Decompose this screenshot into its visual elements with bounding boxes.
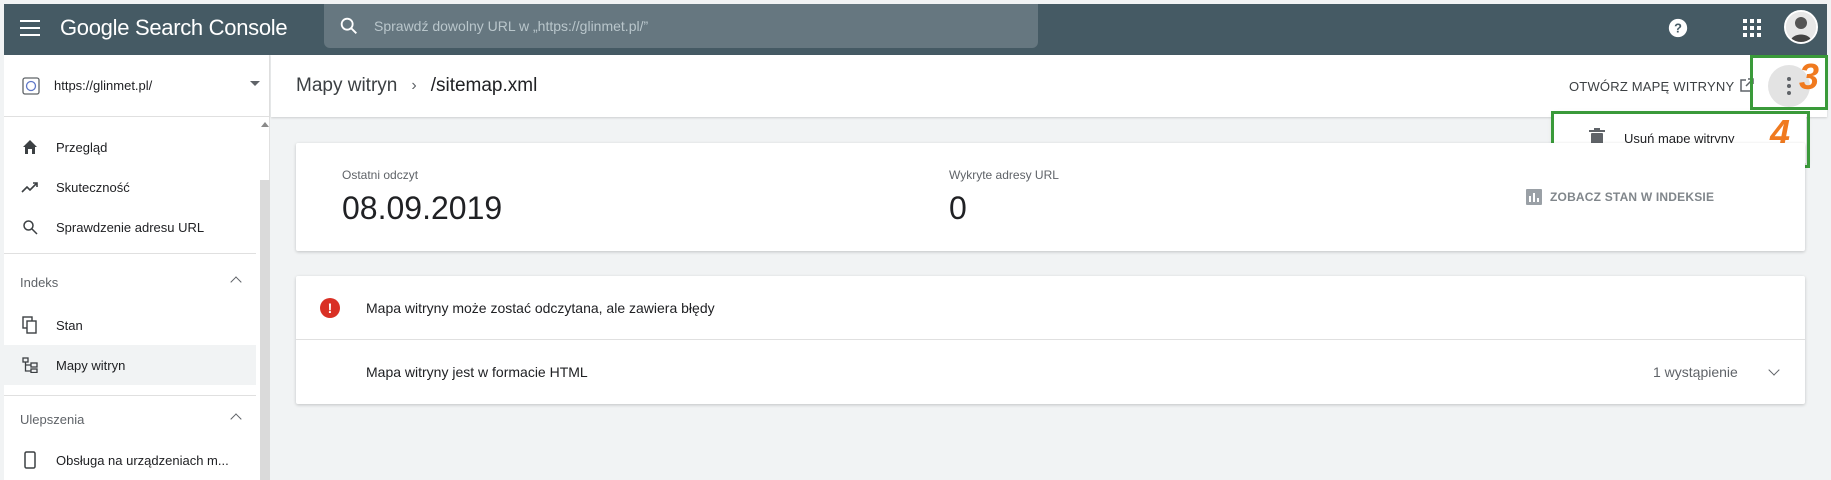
trending-up-icon xyxy=(20,177,40,197)
discovered-urls-label: Wykryte adresy URL xyxy=(949,168,1059,182)
top-app-bar: Google Search Console ? xyxy=(4,4,1827,55)
sidebar-item-label: Obsługa na urządzeniach m... xyxy=(56,452,229,468)
url-inspection-search[interactable] xyxy=(324,4,1038,48)
sitemap-icon xyxy=(20,355,40,375)
error-icon: ! xyxy=(320,298,340,318)
sidebar-item-label: Skuteczność xyxy=(56,179,130,195)
sidebar-divider xyxy=(4,253,256,254)
open-sitemap-link[interactable]: OTWÓRZ MAPĘ WITRYNY xyxy=(1569,79,1734,94)
sitemap-stats-card: Ostatni odczyt 08.09.2019 Wykryte adresy… xyxy=(296,143,1805,251)
last-read-label: Ostatni odczyt xyxy=(342,168,419,182)
last-read-value: 08.09.2019 xyxy=(342,190,503,226)
issue-detail-text: Mapa witryny jest w formacie HTML xyxy=(366,364,588,380)
page-title: /sitemap.xml xyxy=(430,75,538,96)
sidebar-item-label: Przegląd xyxy=(56,139,108,155)
help-icon[interactable]: ? xyxy=(1664,14,1692,42)
view-index-coverage-label: ZOBACZ STAN W INDEKSIE xyxy=(1550,190,1715,204)
app-title[interactable]: Google Search Console xyxy=(60,15,288,41)
section-title: Ulepszenia xyxy=(20,411,85,427)
scroll-up-arrow-icon[interactable] xyxy=(261,122,269,127)
property-selector[interactable]: https://glinmet.pl/ xyxy=(4,55,270,117)
section-header-enhancements[interactable]: Ulepszenia xyxy=(4,401,256,437)
page-header: Mapy witryn › /sitemap.xml OTWÓRZ MAPĘ W… xyxy=(271,55,1827,117)
sidebar-item-label: Sprawdzenie adresu URL xyxy=(56,219,205,235)
issue-detail-row[interactable]: Mapa witryny jest w formacie HTML 1 wyst… xyxy=(296,340,1805,404)
copy-icon xyxy=(20,315,40,335)
sidebar-item-overview[interactable]: Przegląd xyxy=(4,127,256,167)
sidebar-item-sitemaps[interactable]: Mapy witryn xyxy=(4,345,256,385)
view-index-coverage-link[interactable]: ZOBACZ STAN W INDEKSIE xyxy=(1526,189,1714,205)
sidebar: https://glinmet.pl/ Przegląd Skuteczność… xyxy=(4,55,270,480)
sidebar-item-url-inspection[interactable]: Sprawdzenie adresu URL xyxy=(4,207,256,247)
discovered-urls-value: 0 xyxy=(949,190,967,226)
property-url: https://glinmet.pl/ xyxy=(54,78,153,93)
occurrence-count: 1 wystąpienie xyxy=(1653,364,1738,380)
home-icon xyxy=(20,137,40,157)
search-icon xyxy=(340,17,357,34)
section-header-index[interactable]: Indeks xyxy=(4,264,256,300)
chevron-up-icon xyxy=(230,413,242,425)
sidebar-item-mobile-usability[interactable]: Obsługa na urządzeniach m... xyxy=(4,440,256,480)
apps-grid-icon[interactable] xyxy=(1738,14,1766,42)
sidebar-item-performance[interactable]: Skuteczność xyxy=(4,167,256,207)
account-avatar[interactable] xyxy=(1784,10,1818,44)
chevron-up-icon xyxy=(230,276,242,288)
sitemap-issues-card: ! Mapa witryny może zostać odczytana, al… xyxy=(296,276,1805,404)
error-summary-row: ! Mapa witryny może zostać odczytana, al… xyxy=(296,276,1805,340)
sidebar-item-label: Stan xyxy=(56,317,83,333)
error-message: Mapa witryny może zostać odczytana, ale … xyxy=(366,299,715,316)
sidebar-divider xyxy=(4,395,256,396)
sidebar-item-label: Mapy witryn xyxy=(56,357,126,373)
search-input[interactable] xyxy=(374,18,994,34)
breadcrumb: Mapy witryn › /sitemap.xml xyxy=(296,75,537,97)
sidebar-item-coverage[interactable]: Stan xyxy=(4,305,256,345)
chevron-right-icon: › xyxy=(411,77,417,94)
section-title: Indeks xyxy=(20,274,59,290)
dropdown-arrow-icon xyxy=(250,81,260,86)
chevron-down-icon[interactable] xyxy=(1768,364,1780,376)
search-icon xyxy=(20,217,40,237)
bar-chart-icon xyxy=(1526,189,1542,205)
phone-icon xyxy=(20,450,40,470)
sidebar-scrollbar[interactable] xyxy=(260,180,270,480)
breadcrumb-parent-link[interactable]: Mapy witryn xyxy=(296,75,397,97)
globe-icon xyxy=(22,76,40,95)
annotation-number-3: 3 xyxy=(1799,56,1820,97)
svg-text:?: ? xyxy=(1674,21,1682,36)
menu-icon[interactable] xyxy=(20,20,40,36)
